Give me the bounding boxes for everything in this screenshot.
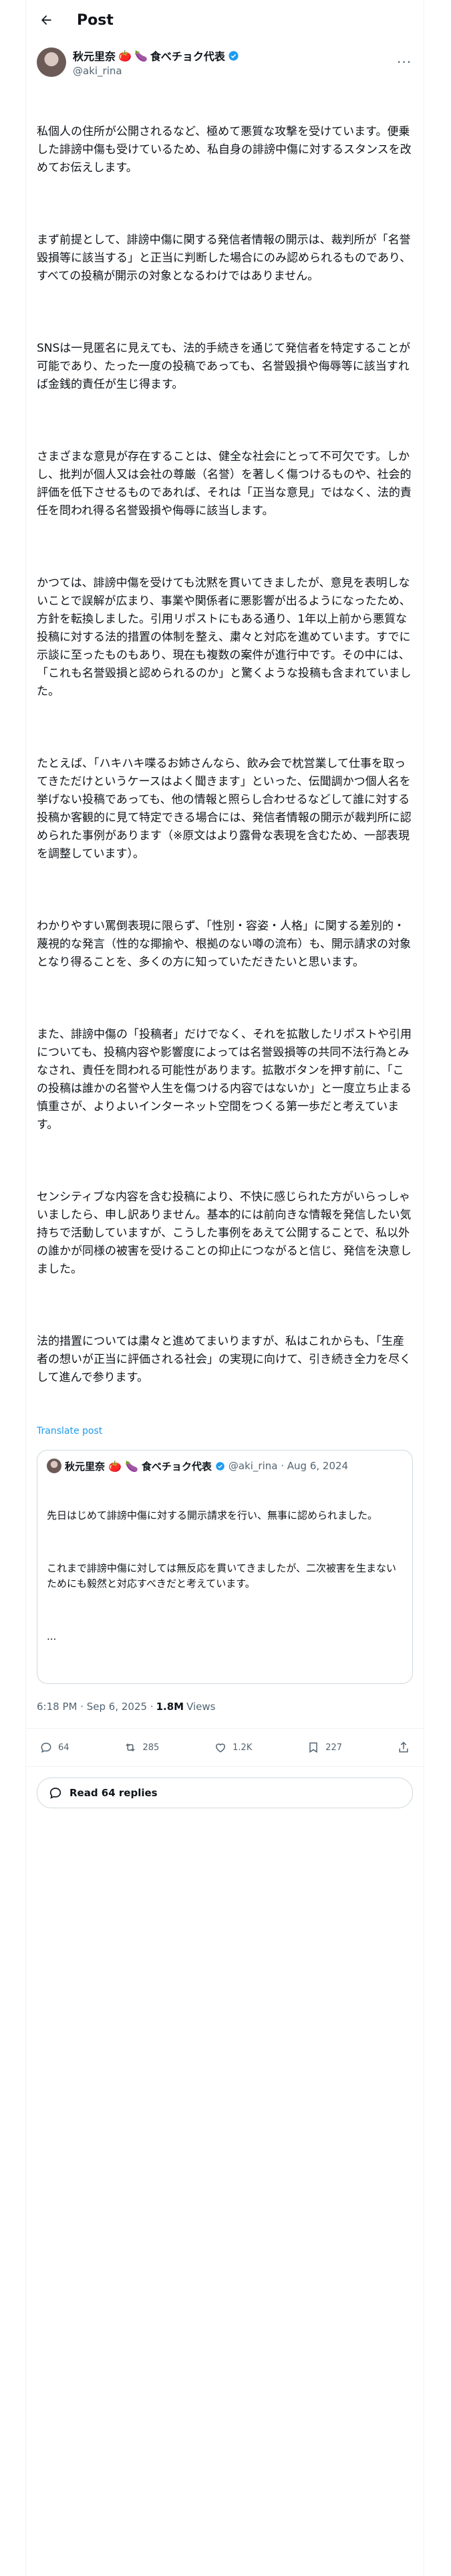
verified-badge-icon <box>216 1461 224 1471</box>
action-bar: 64 285 1.2K 227 <box>26 1729 424 1767</box>
post-body: 私個人の住所が公開されるなど、極めて悪質な攻撃を受けています。便乗した誹謗中傷も… <box>26 79 424 1423</box>
author-handle[interactable]: @aki_rina <box>73 65 397 77</box>
translate-post-link[interactable]: Translate post <box>26 1423 424 1436</box>
reply-icon <box>49 1788 61 1799</box>
share-icon <box>399 1741 408 1753</box>
post-paragraph: わかりやすい罵倒表現に限らず、「性別・容姿・人格」に関する差別的・蔑視的な発言（… <box>37 920 411 969</box>
quote-author-name: 秋元里奈 <box>65 1460 106 1473</box>
quote-paragraph: これまで誹謗中傷に対しては無反応を貫いてきましたが、二次被害を生まないためにも毅… <box>47 1562 397 1590</box>
verified-badge-icon <box>229 50 239 61</box>
post-paragraph: 私個人の住所が公開されるなど、極めて悪質な攻撃を受けています。便乗した誹謗中傷も… <box>37 125 412 175</box>
back-arrow-icon[interactable] <box>38 12 54 28</box>
repost-count: 285 <box>142 1742 160 1753</box>
post-paragraph: たとえば、「ハキハキ喋るお姉さんなら、飲み会で枕営業して仕事を取ってきただけとい… <box>37 757 412 861</box>
post-paragraph: まず前提として、誹謗中傷に関する発信者情報の開示は、裁判所が「名誉毀損等に該当す… <box>37 233 412 283</box>
author-name: 秋元里奈 <box>73 50 116 63</box>
author-emoji-2: 🍆 <box>134 49 148 62</box>
reply-button[interactable]: 64 <box>39 1741 69 1754</box>
bookmark-count: 227 <box>325 1742 343 1753</box>
page-title: Post <box>77 11 114 29</box>
quote-avatar <box>47 1459 61 1473</box>
author-name-row[interactable]: 秋元里奈 🍅 🍆 食べチョク代表 <box>73 47 397 64</box>
read-replies-button[interactable]: Read 64 replies <box>37 1778 413 1808</box>
post-paragraph: センシティブな内容を含む投稿により、不快に感じられた方がいらっしゃいましたら、申… <box>37 1190 412 1276</box>
like-button[interactable]: 1.2K <box>214 1741 252 1754</box>
quote-handle-date: @aki_rina · Aug 6, 2024 <box>228 1460 349 1472</box>
quote-author-suffix: 食べチョク代表 <box>141 1460 212 1473</box>
reply-count: 64 <box>58 1742 69 1753</box>
left-rail <box>0 0 26 2576</box>
quote-body: 先日はじめて誹謗中傷に対する開示請求を行い、無事に認められました。 これまで誹謗… <box>47 1477 403 1675</box>
post-paragraph: SNSは一見匿名に見えても、法的手続きを通じて発信者を特定することが可能であり、… <box>37 342 411 391</box>
quote-header: 秋元里奈 🍅 🍆 食べチョク代表 @aki_rina · Aug 6, 2024 <box>47 1459 403 1473</box>
post-timestamp[interactable]: 6:18 PM · Sep 6, 2025 · <box>37 1701 154 1713</box>
heart-icon <box>216 1743 226 1753</box>
quoted-post[interactable]: 秋元里奈 🍅 🍆 食べチョク代表 @aki_rina · Aug 6, 2024… <box>37 1450 413 1684</box>
author-info: 秋元里奈 🍅 🍆 食べチョク代表 @aki_rina <box>73 47 397 77</box>
quote-paragraph: ... <box>47 1630 57 1642</box>
repost-icon <box>126 1743 136 1752</box>
quote-paragraph: 先日はじめて誹謗中傷に対する開示請求を行い、無事に認められました。 <box>47 1509 378 1521</box>
post-meta: 6:18 PM · Sep 6, 2025 · 1.8M Views <box>26 1684 424 1729</box>
bookmark-button[interactable]: 227 <box>307 1741 342 1754</box>
post-paragraph: 法的措置については粛々と進めてまいりますが、私はこれからも、「生産者の想いが正当… <box>37 1335 412 1384</box>
reply-icon <box>41 1742 51 1753</box>
bookmark-icon <box>309 1742 317 1753</box>
avatar[interactable] <box>37 47 66 77</box>
author-row: 秋元里奈 🍅 🍆 食べチョク代表 @aki_rina ··· <box>26 40 424 79</box>
views-count: 1.8M <box>156 1701 184 1713</box>
repost-button[interactable]: 285 <box>124 1741 159 1754</box>
quote-emoji-2: 🍆 <box>124 1459 138 1473</box>
post-paragraph: さまざまな意見が存在することは、健全な社会にとって不可欠です。しかし、批判が個人… <box>37 450 412 518</box>
main-column: Post 秋元里奈 🍅 🍆 食べチョク代表 @aki_rina ··· 私個人の… <box>26 0 424 1808</box>
author-emoji-1: 🍅 <box>118 49 132 62</box>
more-options-icon[interactable]: ··· <box>397 54 413 70</box>
right-rail <box>424 0 451 2576</box>
share-button[interactable] <box>397 1741 410 1754</box>
views-label: Views <box>186 1701 216 1713</box>
post-paragraph: かつては、誹謗中傷を受けても沈黙を貫いてきましたが、意見を表明しないことで誤解が… <box>37 576 412 698</box>
quote-emoji-1: 🍅 <box>108 1459 122 1473</box>
read-replies-label: Read 64 replies <box>69 1787 158 1799</box>
post-paragraph: また、誹謗中傷の「投稿者」だけでなく、それを拡散したリポストや引用についても、投… <box>37 1028 412 1132</box>
like-count: 1.2K <box>233 1742 253 1753</box>
author-name-suffix: 食べチョク代表 <box>150 50 225 63</box>
page-header: Post <box>26 0 424 40</box>
